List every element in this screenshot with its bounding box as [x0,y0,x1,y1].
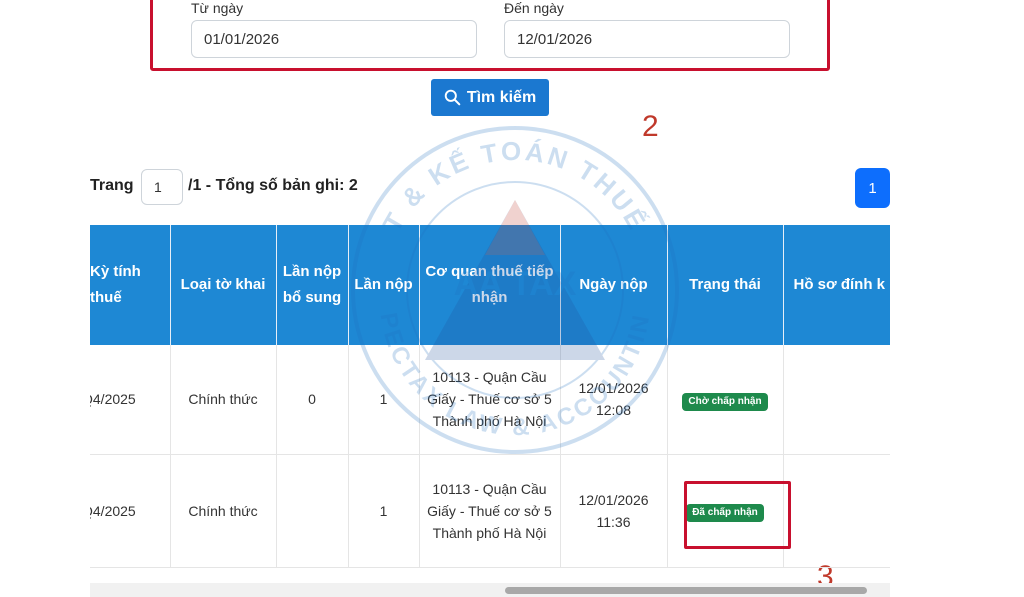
to-date-input[interactable] [504,20,790,58]
header-agency[interactable]: Cơ quan thuế tiếp nhận [419,225,561,345]
header-period[interactable]: Kỳ tính thuế [90,225,171,345]
cell-type: Chính thức [170,345,277,455]
cell-period: Q4/2025 [90,345,171,455]
header-submission[interactable]: Lần nộp [348,225,420,345]
from-date-label: Từ ngày [191,0,244,16]
header-supplement[interactable]: Lần nộp bổ sung [276,225,349,345]
cell-type: Chính thức [170,454,277,568]
cell-date: 12/01/2026 11:36 [560,454,668,568]
scrollbar-thumb[interactable] [505,587,867,594]
pager-total: /1 - Tổng số bản ghi: 2 [188,177,358,194]
cell-period: Q4/2025 [90,454,171,568]
table-header-row: Kỳ tính thuế Loại tờ khai Lần nộp bổ sun… [90,225,890,345]
search-icon [444,89,461,106]
header-attachment[interactable]: Hồ sơ đính k [783,225,890,345]
pager-prefix: Trang [90,177,134,194]
annotation-step-2: 2 [642,110,659,143]
cell-date: 12/01/2026 12:08 [560,345,668,455]
search-button-label: Tìm kiếm [466,88,537,106]
cell-status: Chờ chấp nhận [667,345,784,455]
header-status[interactable]: Trạng thái [667,225,784,345]
cell-supplement: 0 [276,345,349,455]
cell-agency: 10113 - Quận Cầu Giấy - Thuế cơ sở 5 Thà… [419,345,561,455]
cell-agency: 10113 - Quận Cầu Giấy - Thuế cơ sở 5 Thà… [419,454,561,568]
header-type[interactable]: Loại tờ khai [170,225,277,345]
table-row[interactable]: Q4/2025 Chính thức 0 1 10113 - Quận Cầu … [90,345,890,455]
status-badge: Chờ chấp nhận [682,392,768,411]
cell-submission: 1 [348,345,420,455]
cell-attachment[interactable] [783,345,890,455]
cell-submission: 1 [348,454,420,568]
cell-attachment[interactable] [783,454,890,568]
header-date[interactable]: Ngày nộp [560,225,668,345]
page-number-input[interactable] [141,169,183,205]
svg-text:T & KẾ TOÁN THUẾ: T & KẾ TOÁN THUẾ [377,136,654,237]
watermark-top-text: T & KẾ TOÁN THUẾ [377,136,651,237]
status-highlight [684,481,791,549]
search-button[interactable]: Tìm kiếm [431,79,549,116]
from-date-input[interactable] [191,20,477,58]
to-date-label: Đến ngày [504,0,564,16]
cell-supplement [276,454,349,568]
page-button-1[interactable]: 1 [855,168,890,208]
